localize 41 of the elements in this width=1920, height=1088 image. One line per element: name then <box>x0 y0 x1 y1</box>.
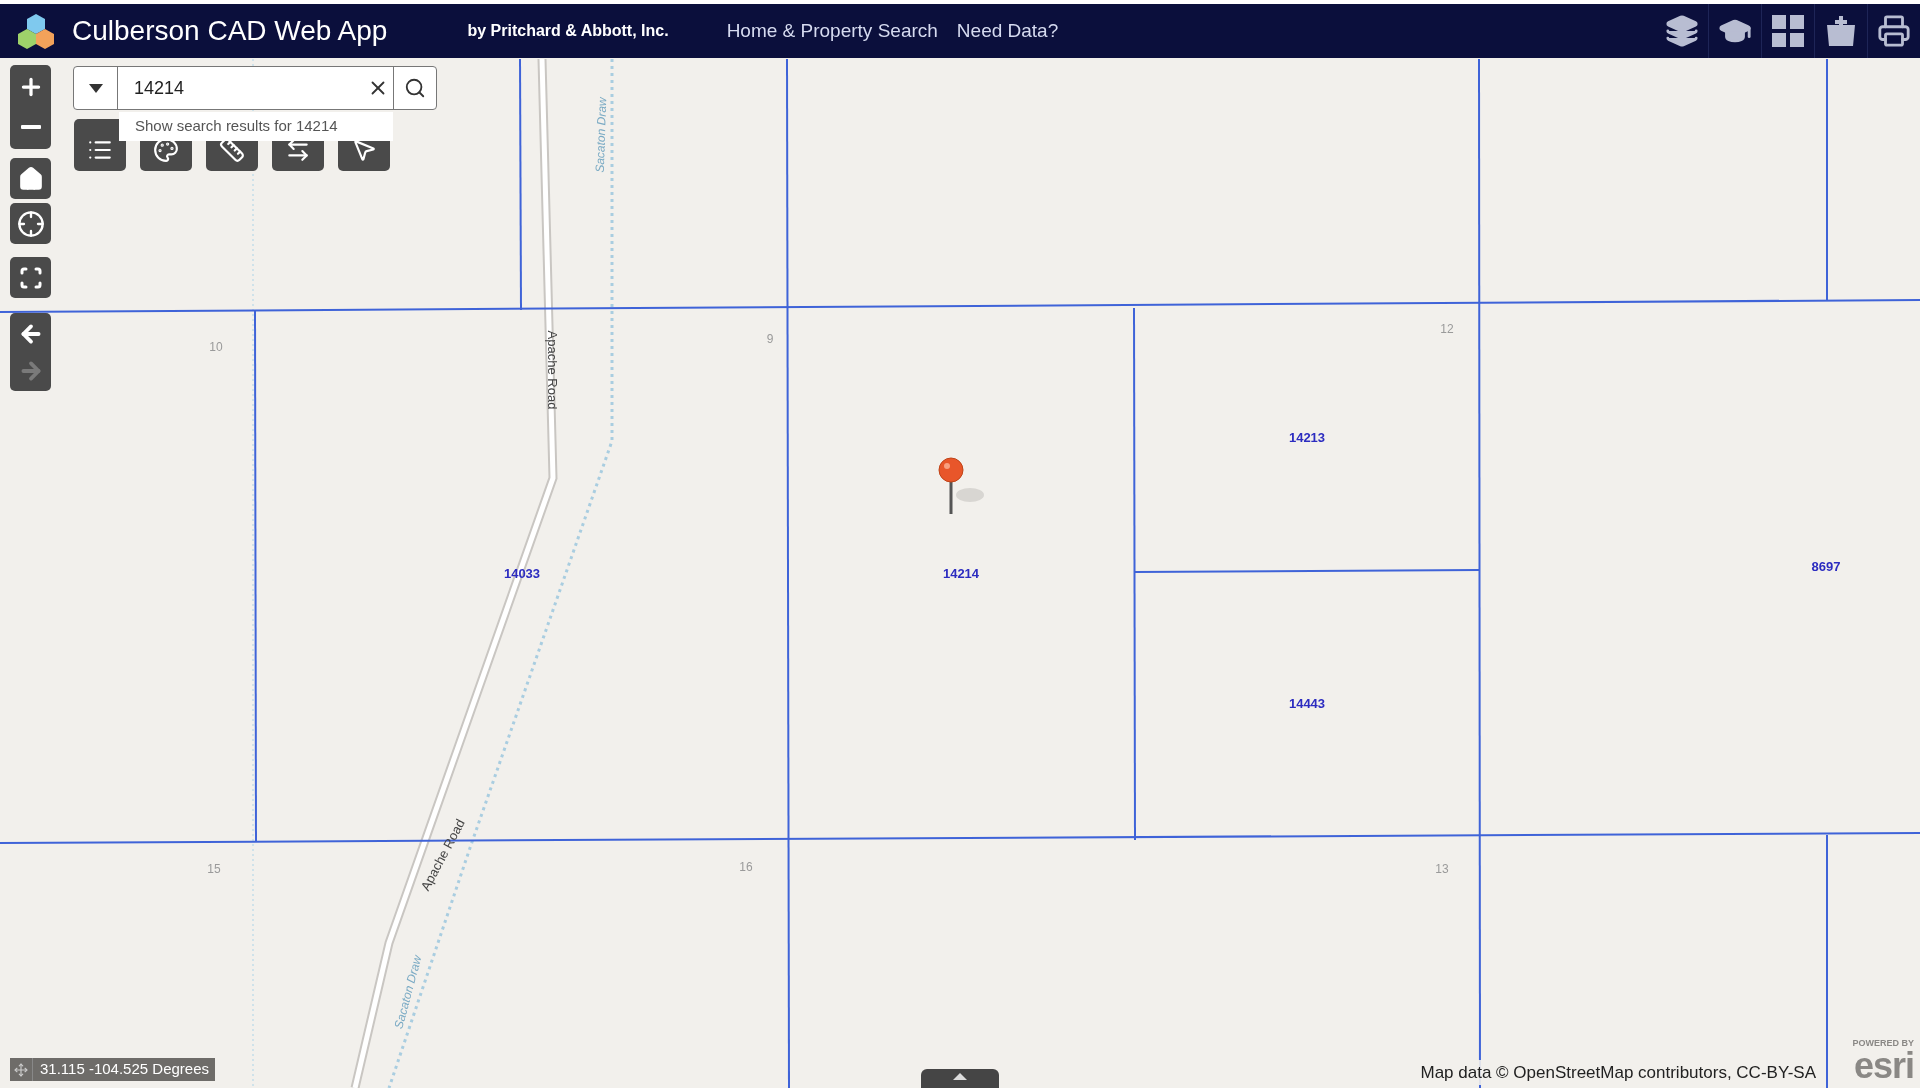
locate-button[interactable] <box>10 203 51 244</box>
expand-panel-button[interactable] <box>921 1069 999 1088</box>
caret-up-icon <box>953 1073 967 1080</box>
map-pin-icon <box>938 457 984 514</box>
layers-icon[interactable] <box>1664 14 1699 48</box>
search-field[interactable]: 14214 <box>73 66 437 110</box>
stream-label: Sacaton Draw <box>390 953 426 1031</box>
home-button[interactable] <box>10 158 51 199</box>
section-number: 15 <box>207 861 221 878</box>
parcel-number: 14443 <box>1288 695 1326 714</box>
parcel-number: 14214 <box>942 565 980 584</box>
parcel-number: 14213 <box>1288 429 1326 448</box>
section-number: 13 <box>1435 861 1449 878</box>
minus-icon <box>20 125 41 129</box>
logo-caption: POWERED BY <box>1852 1039 1914 1048</box>
caret-icon <box>88 83 103 93</box>
cubes-logo-icon <box>17 12 55 50</box>
section-number: 10 <box>209 339 223 356</box>
app-title: Culberson CAD Web App <box>72 14 388 48</box>
grid-icon[interactable] <box>1772 15 1804 47</box>
fullscreen-icon <box>18 265 43 290</box>
coordinates-text: 31.115 -104.525 Degrees <box>32 1058 209 1081</box>
map-add-icon[interactable] <box>1825 15 1857 47</box>
logo-wordmark: esri <box>1853 1048 1914 1084</box>
section-number: 12 <box>1440 321 1454 338</box>
print-icon[interactable] <box>1877 14 1911 48</box>
nav-link[interactable]: Need Data? <box>956 16 1059 46</box>
fullscreen-button[interactable] <box>10 257 51 298</box>
road-label: Apache Road <box>543 330 561 410</box>
home-icon <box>17 165 44 192</box>
parcel-number: 14033 <box>503 565 541 584</box>
search-suggestion-menu[interactable]: Show search results for 14214 <box>119 112 393 141</box>
nav-link[interactable]: Home & Property Search <box>726 16 938 46</box>
parcel-number: 8697 <box>1811 558 1841 577</box>
section-number: 9 <box>766 331 774 348</box>
search-input[interactable]: 14214 <box>118 67 363 109</box>
section-number: 16 <box>739 859 753 876</box>
company-credit: by Pritchard & Abbott, Inc. <box>467 21 669 41</box>
tool-button[interactable] <box>74 119 126 171</box>
stream-label: Sacaton Draw <box>591 97 611 173</box>
search-icon <box>404 77 426 99</box>
